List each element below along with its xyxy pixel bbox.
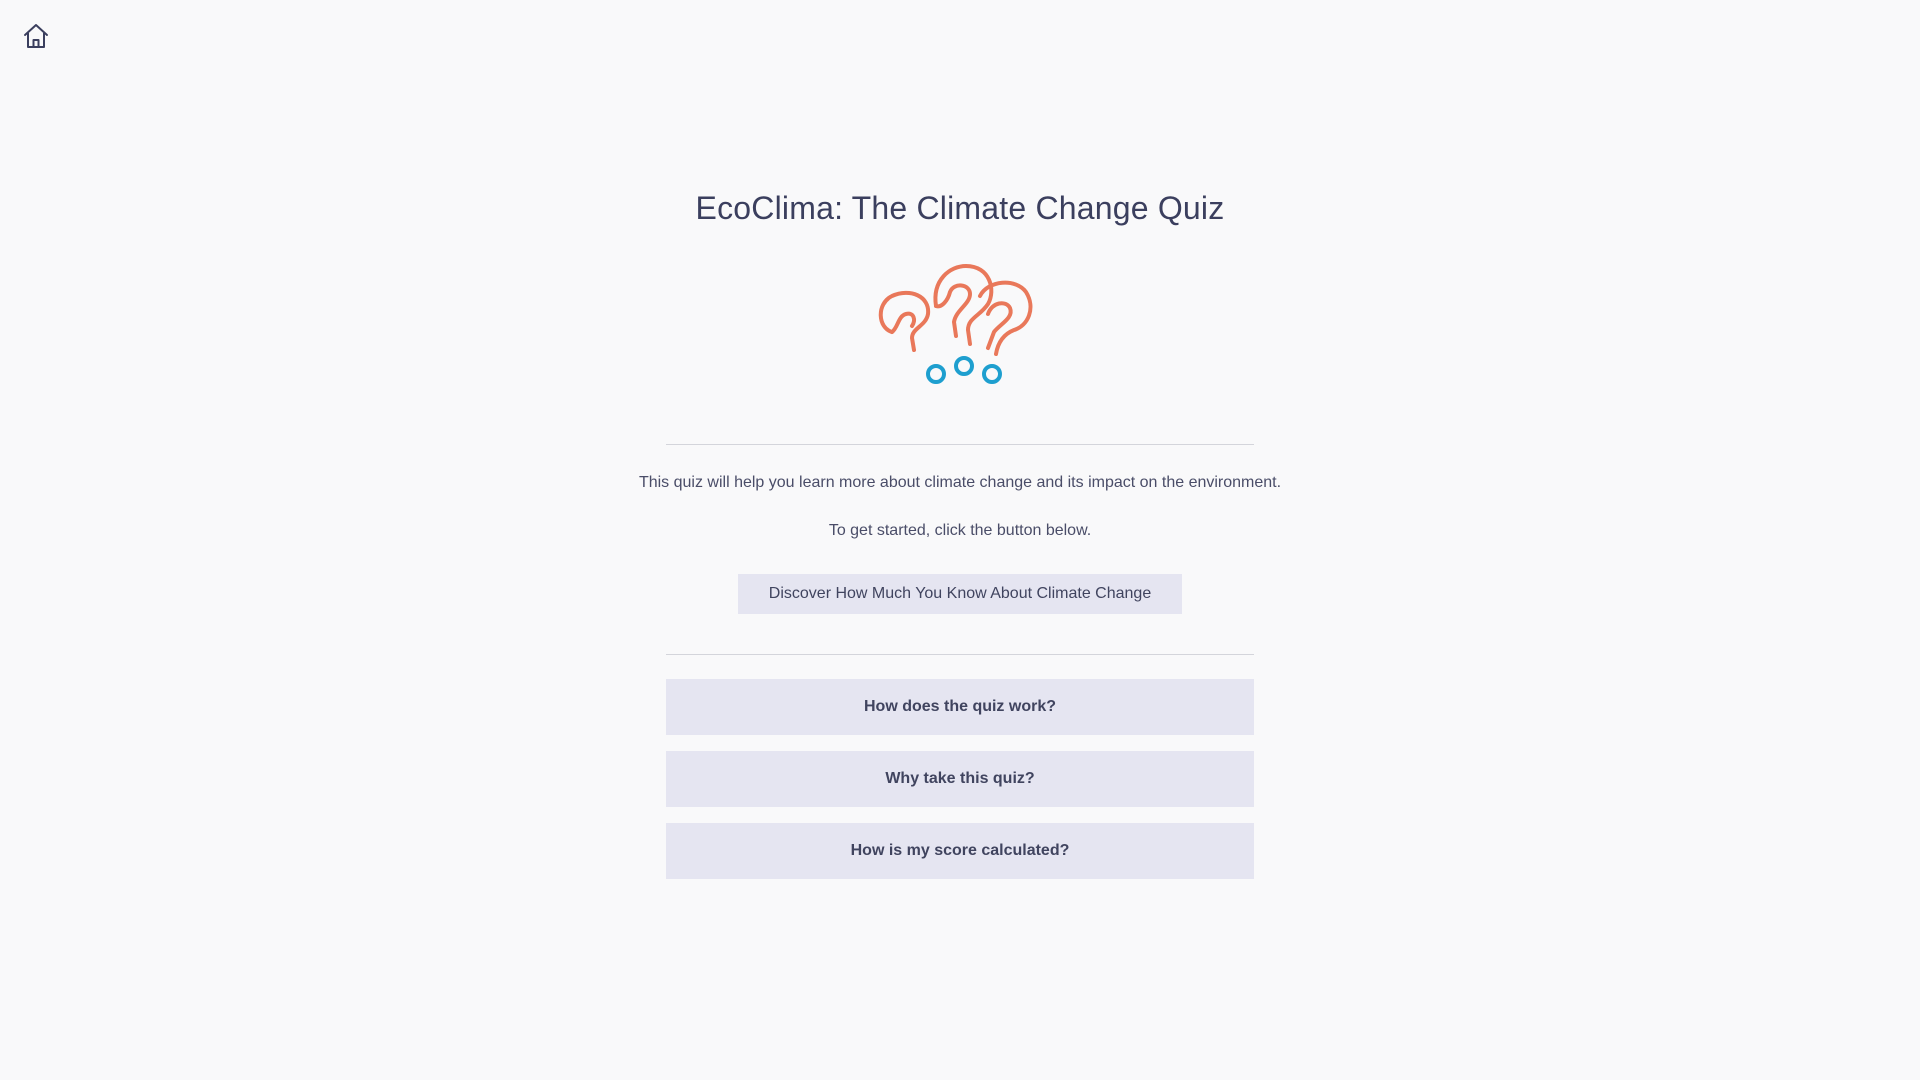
top-divider — [666, 444, 1254, 445]
bottom-divider — [666, 654, 1254, 655]
faq-score-calculation-button[interactable]: How is my score calculated? — [666, 823, 1254, 879]
start-quiz-button[interactable]: Discover How Much You Know About Climate… — [738, 574, 1182, 614]
home-icon — [24, 24, 48, 48]
faq-why-take-quiz-button[interactable]: Why take this quiz? — [666, 751, 1254, 807]
intro-text: This quiz will help you learn more about… — [638, 474, 1282, 491]
faq-how-quiz-works-button[interactable]: How does the quiz work? — [666, 679, 1254, 735]
instruction-text: To get started, click the button below. — [828, 522, 1092, 539]
question-marks-icon — [878, 264, 1033, 384]
quiz-landing-page: EcoClima: The Climate Change Quiz This q… — [0, 0, 1920, 1080]
home-button[interactable] — [20, 20, 52, 52]
page-title: EcoClima: The Climate Change Quiz — [695, 190, 1225, 226]
